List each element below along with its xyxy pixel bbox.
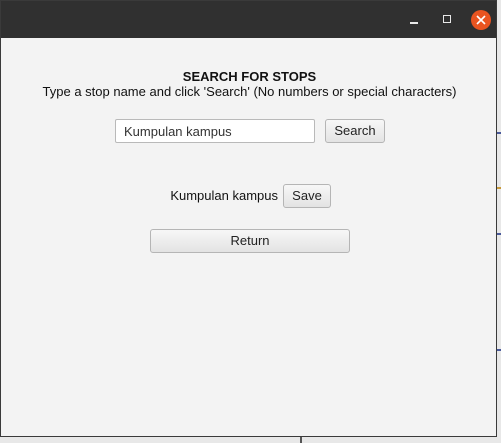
search-input[interactable] (115, 119, 315, 143)
maximize-icon[interactable] (438, 10, 458, 30)
instructions-text: Type a stop name and click 'Search' (No … (42, 84, 457, 99)
return-button[interactable]: Return (150, 229, 350, 253)
close-icon[interactable] (471, 10, 491, 30)
save-button[interactable]: Save (283, 184, 331, 208)
page-title: SEARCH FOR STOPS (182, 69, 317, 84)
result-stop-name: Kumpulan kampus (170, 188, 278, 203)
background-window-bottom (0, 437, 501, 443)
app-window: SEARCH FOR STOPS Type a stop name and cl… (0, 0, 497, 437)
search-button[interactable]: Search (325, 119, 385, 143)
minimize-icon[interactable] (404, 10, 424, 30)
title-bar[interactable] (1, 1, 496, 38)
